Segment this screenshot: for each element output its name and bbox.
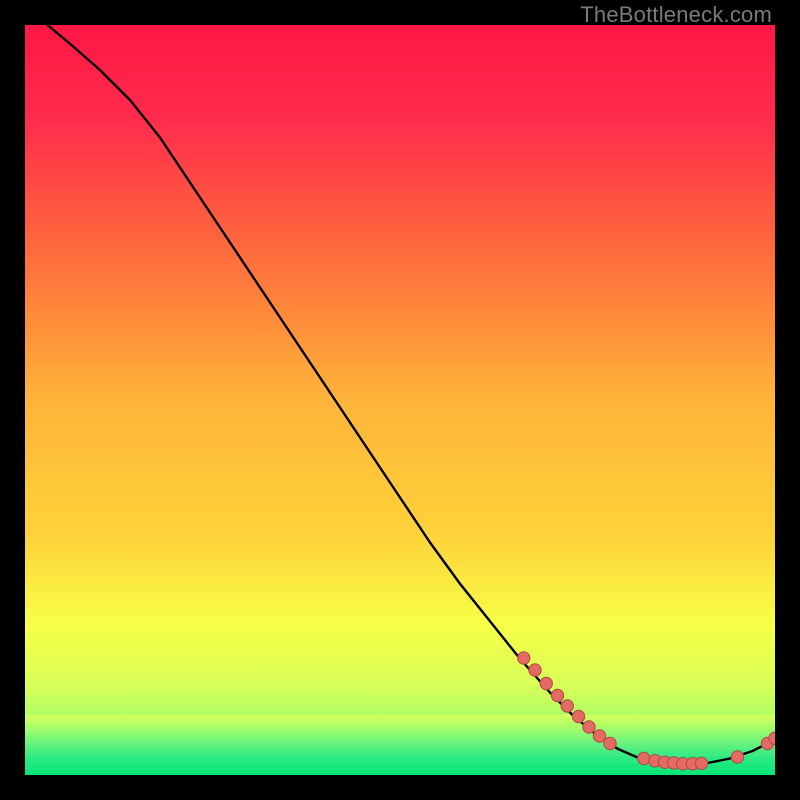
chart-stage: TheBottleneck.com xyxy=(0,0,800,800)
chart-svg xyxy=(25,25,775,775)
plot-area xyxy=(25,25,775,775)
